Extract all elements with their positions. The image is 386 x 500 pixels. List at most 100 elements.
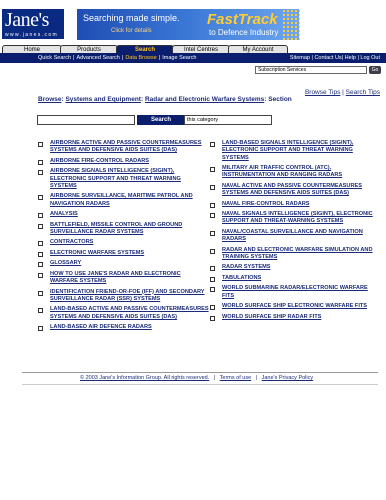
category-link[interactable]: AIRBORNE SIGNALS INTELLIGENCE (SIGINT), … <box>50 168 181 189</box>
copyright-link[interactable]: © 2003 Jane's Information Group. All rig… <box>80 375 209 381</box>
subnav-quick-search[interactable]: Quick Search <box>38 55 71 61</box>
breadcrumb-systems[interactable]: Systems and Equipment <box>65 96 141 103</box>
privacy-link[interactable]: Jane's Privacy Policy <box>262 375 314 381</box>
category-link[interactable]: LAND-BASED ACTIVE AND PASSIVE COUNTERMEA… <box>50 306 209 319</box>
banner-headline: Searching made simple. <box>83 13 180 23</box>
tab-home[interactable]: Home <box>2 45 62 53</box>
category-checkbox[interactable] <box>210 248 215 254</box>
category-link[interactable]: MILITARY AIR TRAFFIC CONTROL (ATC), INST… <box>222 165 342 178</box>
category-link[interactable]: NAVAL SIGNALS INTELLIGENCE (SIGINT), ELE… <box>222 211 373 224</box>
category-checkbox[interactable] <box>38 223 43 229</box>
logo-url: w w w . j a n e s . c o m <box>5 32 57 38</box>
category-checkbox[interactable] <box>210 184 215 190</box>
category-checkbox[interactable] <box>38 170 43 176</box>
tab-intel-centres[interactable]: Intel Centres <box>172 45 230 53</box>
search-button[interactable]: Search <box>137 115 185 125</box>
janes-logo[interactable]: Jane's w w w . j a n e s . c o m <box>2 9 64 39</box>
category-checkbox[interactable] <box>38 142 43 147</box>
category-link[interactable]: HOW TO USE JANE'S RADAR AND ELECTRONIC W… <box>50 271 181 284</box>
category-checkbox[interactable] <box>210 142 215 147</box>
subnav-links: Quick Search | Advanced Search | Data Browse… <box>38 55 197 61</box>
category-link[interactable]: BATTLEFIELD, MISSILE CONTROL AND GROUND … <box>50 222 182 235</box>
tab-products[interactable]: Products <box>60 45 118 53</box>
category-link[interactable]: AIRBORNE SURVEILLANCE, MARITIME PATROL A… <box>50 193 193 206</box>
breadcrumb: Browse: Systems and Equipment: Radar and… <box>38 96 292 103</box>
subscription-go-button[interactable]: Go <box>369 66 381 74</box>
category-link[interactable]: CONTRACTORS <box>50 239 93 245</box>
category-checkbox[interactable] <box>38 290 43 296</box>
category-checkbox[interactable] <box>210 202 215 208</box>
category-checkbox[interactable] <box>210 266 215 272</box>
category-checkbox[interactable] <box>38 272 43 278</box>
subnav-advanced-search[interactable]: Advanced Search <box>76 55 119 61</box>
category-link[interactable]: ANALYSIS <box>50 211 78 217</box>
category-item: AIRBORNE ACTIVE AND PASSIVE COUNTERMEASU… <box>37 140 209 155</box>
terms-link[interactable]: Terms of use <box>220 375 251 381</box>
search-tips-link[interactable]: Search Tips <box>346 89 380 96</box>
category-checkbox[interactable] <box>210 276 215 282</box>
utility-links[interactable]: Sitemap | Contact Us| Help | Log Out <box>290 55 380 61</box>
category-checkbox[interactable] <box>210 305 215 311</box>
category-item: NAVAL SIGNALS INTELLIGENCE (SIGINT), ELE… <box>209 211 381 226</box>
category-item: ELECTRONIC WARFARE SYSTEMS <box>37 250 209 257</box>
category-item: RADAR SYSTEMS <box>209 264 381 272</box>
category-link[interactable]: LAND-BASED SIGNALS INTELLIGENCE (SIGINT)… <box>222 140 353 161</box>
footer-divider <box>22 372 378 373</box>
search-input[interactable] <box>37 115 135 125</box>
tab-search[interactable]: Search <box>116 45 174 53</box>
category-checkbox[interactable] <box>210 167 215 173</box>
category-link[interactable]: GLOSSARY <box>50 260 81 266</box>
category-item: NAVAL ACTIVE AND PASSIVE COUNTERMEASURES… <box>209 183 381 198</box>
category-checkbox[interactable] <box>38 251 43 257</box>
category-item: WORLD SUBMARINE RADAR/ELECTRONIC WARFARE… <box>209 285 381 300</box>
breadcrumb-browse[interactable]: Browse <box>38 96 61 103</box>
category-checkbox[interactable] <box>210 287 215 293</box>
category-link[interactable]: RADAR AND ELECTRONIC WARFARE SIMULATION … <box>222 247 373 260</box>
tips-separator: | <box>342 89 344 96</box>
category-link[interactable]: RADAR SYSTEMS <box>222 264 270 270</box>
breadcrumb-radar-ew[interactable]: Radar and Electronic Warfare Systems <box>145 96 264 103</box>
footer-divider-bottom <box>22 384 378 385</box>
category-link[interactable]: LAND-BASED AIR DEFENCE RADARS <box>50 324 152 330</box>
category-link[interactable]: AIRBORNE FIRE-CONTROL RADARS <box>50 158 149 164</box>
category-link[interactable]: AIRBORNE ACTIVE AND PASSIVE COUNTERMEASU… <box>50 140 201 153</box>
browse-tips-link[interactable]: Browse Tips <box>305 89 340 96</box>
category-checkbox[interactable] <box>38 326 43 332</box>
category-link[interactable]: NAVAL ACTIVE AND PASSIVE COUNTERMEASURES… <box>222 183 362 196</box>
category-item: WORLD SURFACE SHIP RADAR FITS <box>209 314 381 321</box>
category-checkbox[interactable] <box>38 159 43 165</box>
category-checkbox[interactable] <box>210 230 215 236</box>
category-checkbox[interactable] <box>210 315 215 321</box>
tab-my-account[interactable]: My Account <box>228 45 288 53</box>
category-item: RADAR AND ELECTRONIC WARFARE SIMULATION … <box>209 247 381 262</box>
fasttrack-banner[interactable]: Searching made simple. Click for details… <box>77 9 299 40</box>
category-item: CONTRACTORS <box>37 239 209 247</box>
help-tips: Browse Tips | Search Tips <box>305 89 380 96</box>
category-item: IDENTIFICATION FRIEND-OR-FOE (IFF) AND S… <box>37 289 209 304</box>
category-link[interactable]: WORLD SUBMARINE RADAR/ELECTRONIC WARFARE… <box>222 285 368 298</box>
category-link[interactable]: NAVAL/COASTAL SURVEILLANCE AND NAVIGATIO… <box>222 229 363 242</box>
category-checkbox[interactable] <box>38 262 43 268</box>
search-scope-select[interactable]: this category <box>184 115 272 125</box>
breadcrumb-current: Section <box>268 96 292 103</box>
category-item: WORLD SURFACE SHIP ELECTRONIC WARFARE FI… <box>209 303 381 311</box>
category-checkbox[interactable] <box>38 308 43 314</box>
subnav-data-browse[interactable]: Data Browse <box>125 55 157 61</box>
category-link[interactable]: NAVAL FIRE-CONTROL RADARS <box>222 201 310 207</box>
subscription-row: Subscription Services Go <box>0 64 386 75</box>
category-link[interactable]: ELECTRONIC WARFARE SYSTEMS <box>50 250 144 256</box>
category-item: GLOSSARY <box>37 260 209 268</box>
category-link[interactable]: WORLD SURFACE SHIP RADAR FITS <box>222 314 321 320</box>
banner-decoration <box>282 9 300 40</box>
category-link[interactable]: WORLD SURFACE SHIP ELECTRONIC WARFARE FI… <box>222 303 367 309</box>
subscription-select[interactable]: Subscription Services <box>255 66 367 74</box>
subnav-image-search[interactable]: Image Search <box>162 55 196 61</box>
category-link[interactable]: TABULATIONS <box>222 275 261 281</box>
category-link[interactable]: IDENTIFICATION FRIEND-OR-FOE (IFF) AND S… <box>50 289 205 302</box>
category-checkbox[interactable] <box>38 241 43 247</box>
category-checkbox[interactable] <box>38 213 43 219</box>
banner-link[interactable]: Click for details <box>111 28 152 34</box>
banner-brand: FastTrack <box>207 11 278 28</box>
category-checkbox[interactable] <box>210 213 215 219</box>
category-checkbox[interactable] <box>38 195 43 201</box>
